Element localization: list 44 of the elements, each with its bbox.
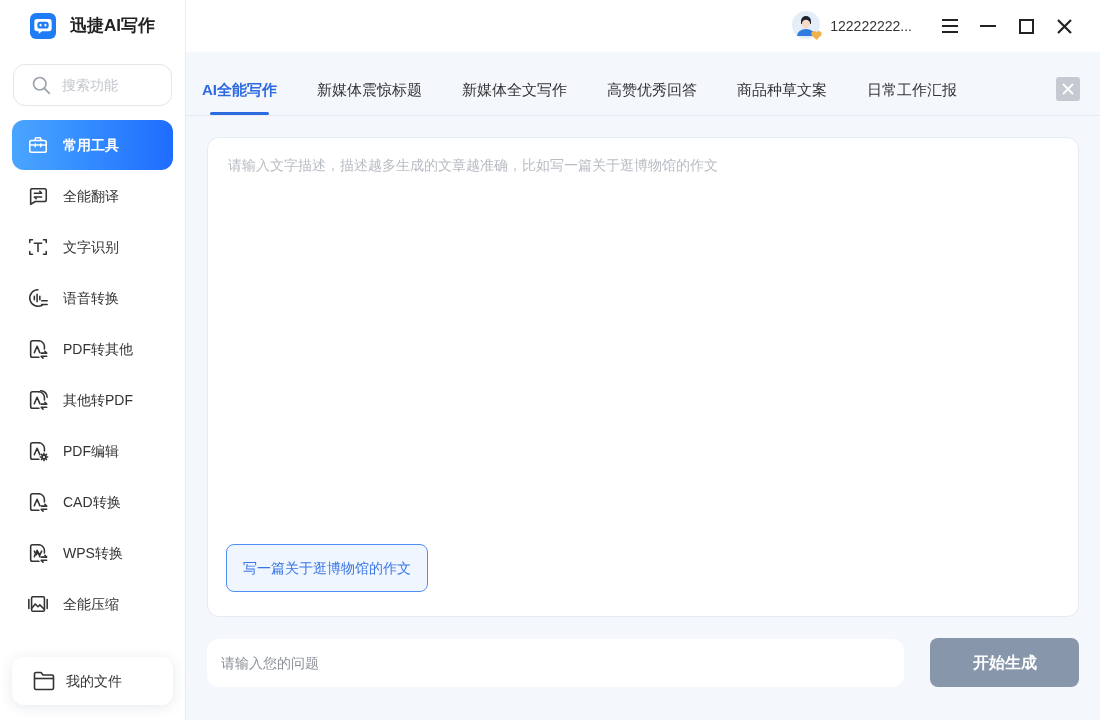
close-icon bbox=[1056, 18, 1072, 34]
sound-wave-icon bbox=[27, 287, 49, 309]
minimize-icon bbox=[980, 25, 996, 27]
search-field[interactable]: 搜索功能 bbox=[13, 64, 172, 106]
image-icon bbox=[27, 593, 49, 615]
badge-icon bbox=[811, 30, 823, 41]
text-scan-icon bbox=[27, 236, 49, 258]
tab[interactable]: 高赞优秀回答 bbox=[607, 65, 697, 115]
close-icon bbox=[1062, 83, 1074, 95]
tab[interactable]: 日常工作汇报 bbox=[867, 65, 957, 115]
sidebar-item[interactable]: 其他转PDF bbox=[12, 375, 173, 425]
maximize-icon bbox=[1018, 18, 1034, 34]
document-gear-icon bbox=[27, 440, 49, 462]
maximize-button[interactable] bbox=[1018, 18, 1034, 34]
menu-icon bbox=[942, 19, 958, 33]
tab[interactable]: 商品种草文案 bbox=[737, 65, 827, 115]
sidebar-item[interactable]: 全能压缩 bbox=[12, 579, 173, 629]
document-arrows-icon bbox=[27, 338, 49, 360]
my-files-button[interactable]: 我的文件 bbox=[12, 657, 173, 705]
username[interactable]: 122222222... bbox=[830, 15, 912, 37]
tab[interactable]: 新媒体震惊标题 bbox=[317, 65, 422, 115]
toolbox-icon bbox=[27, 134, 49, 156]
app-title: 迅捷AI写作 bbox=[70, 15, 155, 38]
avatar-icon[interactable] bbox=[792, 11, 821, 39]
document-arrows-icon bbox=[27, 491, 49, 513]
app-logo-icon bbox=[30, 11, 56, 41]
sidebar-item[interactable]: WPS转换 bbox=[12, 528, 173, 578]
close-button[interactable] bbox=[1056, 18, 1072, 34]
search-icon bbox=[31, 75, 51, 95]
sidebar-item[interactable]: 语音转换 bbox=[12, 273, 173, 323]
tab[interactable]: 新媒体全文写作 bbox=[462, 65, 567, 115]
menu-button[interactable] bbox=[942, 18, 958, 34]
chat-arrows-icon bbox=[27, 185, 49, 207]
question-input[interactable]: 请输入您的问题 bbox=[207, 638, 904, 687]
folder-icon bbox=[33, 671, 55, 691]
sidebar-item[interactable]: 全能翻译 bbox=[12, 171, 173, 221]
document-arrows-icon bbox=[27, 542, 49, 564]
sidebar-item[interactable]: 文字识别 bbox=[12, 222, 173, 272]
suggestion-chip[interactable]: 写一篇关于逛博物馆的作文 bbox=[226, 544, 428, 592]
tab[interactable]: AI全能写作 bbox=[202, 65, 277, 115]
sidebar-item[interactable]: PDF编辑 bbox=[12, 426, 173, 476]
sidebar-item[interactable]: CAD转换 bbox=[12, 477, 173, 527]
document-arrows-icon bbox=[27, 389, 49, 411]
sidebar-item[interactable]: PDF转其他 bbox=[12, 324, 173, 374]
